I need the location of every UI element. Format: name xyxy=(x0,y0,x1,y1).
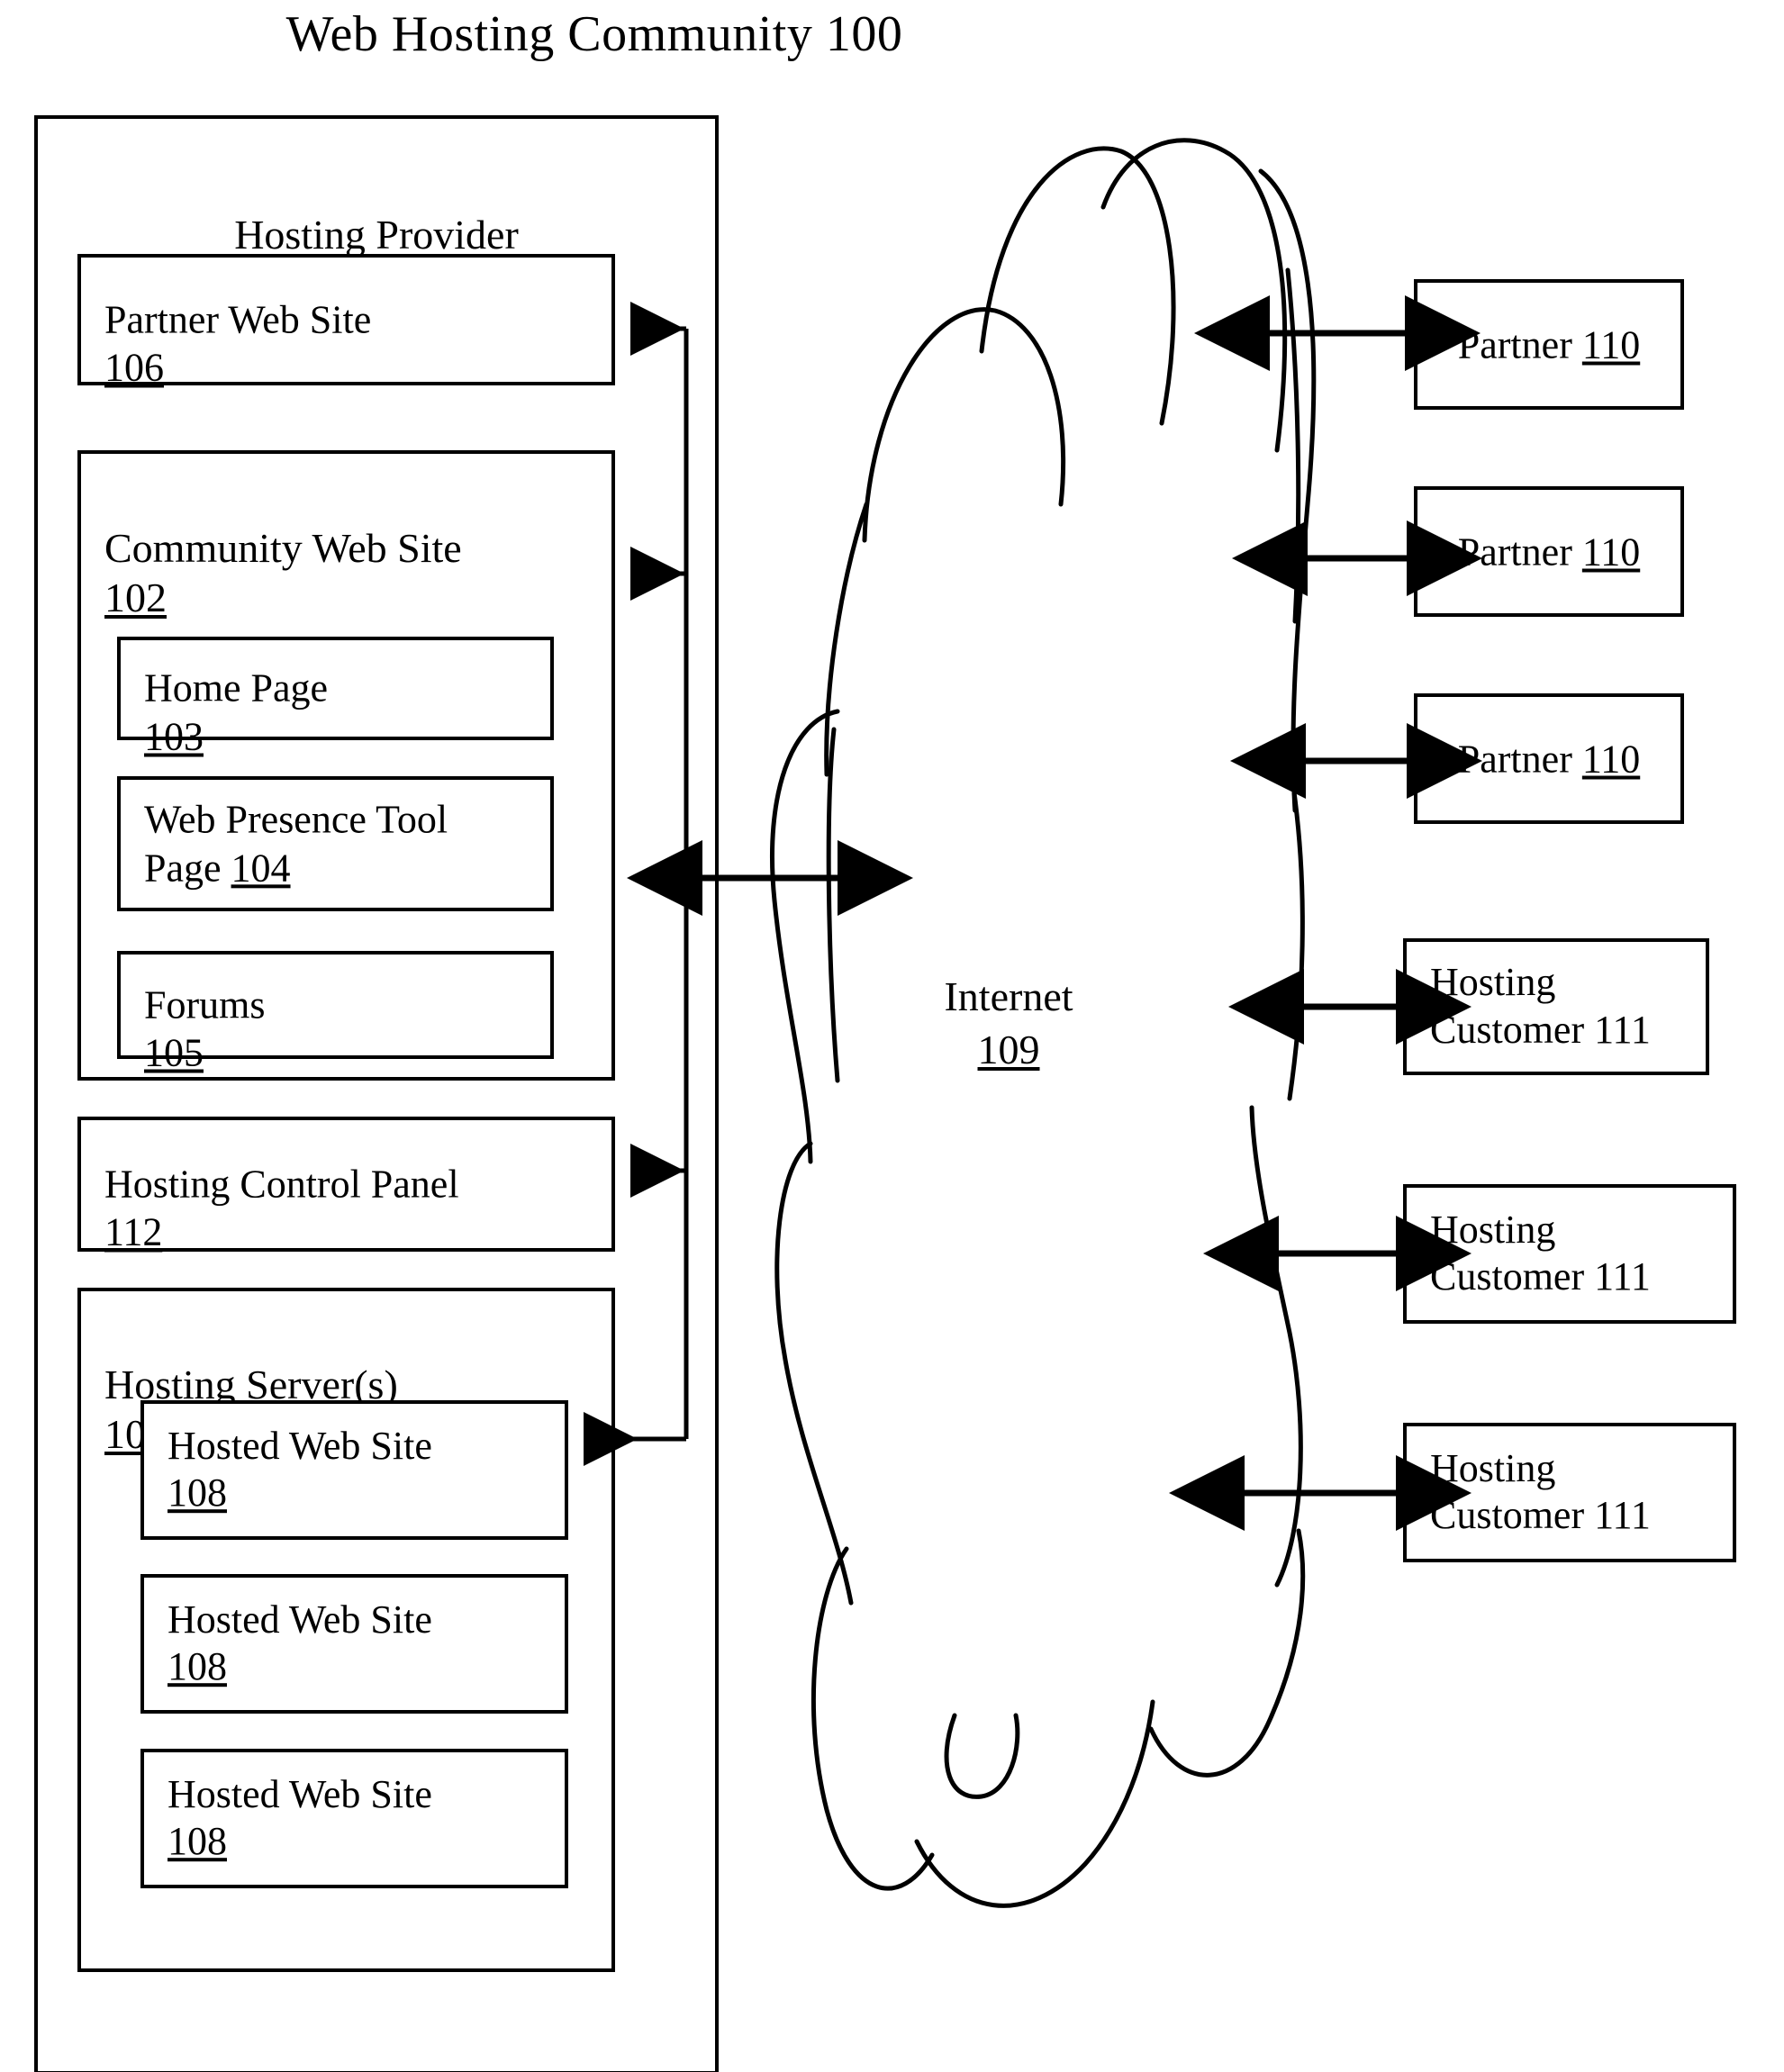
partner-node-label: Partner 110 xyxy=(1417,736,1680,782)
partner-web-site-ref: 106 xyxy=(104,345,164,390)
hosting-control-panel-label-text: Hosting Control Panel xyxy=(104,1162,459,1207)
partner-web-site-label: Partner Web Site 106 xyxy=(104,247,371,392)
web-presence-tool-page-label: Web Presence Tool Page 104 xyxy=(144,795,448,891)
hosting-control-panel-ref: 112 xyxy=(104,1209,163,1254)
hosting-control-panel-box: Hosting Control Panel 112 xyxy=(77,1117,615,1254)
hosted-web-site-label-text: Hosted Web Site xyxy=(168,1771,432,1816)
community-web-site-label: Community Web Site 102 xyxy=(104,475,462,622)
hosted-web-site-ref: 108 xyxy=(168,1819,227,1864)
figure-title-ref: 100 xyxy=(825,6,903,62)
partner-web-site-box: Partner Web Site 106 xyxy=(77,254,615,390)
partner-node-box: Partner 110 xyxy=(1414,486,1684,617)
hosting-customer-node-label: Hosting Customer 111 xyxy=(1430,1445,1651,1538)
partner-node-ref: 110 xyxy=(1581,529,1641,574)
hosted-web-site-label: Hosted Web Site 108 xyxy=(168,1597,432,1692)
hosted-web-site-box: Hosted Web Site 108 xyxy=(140,1574,568,1714)
hosted-web-site-label: Hosted Web Site 108 xyxy=(168,1423,432,1518)
partner-node-label: Partner 110 xyxy=(1417,321,1680,367)
figure-title-text: Web Hosting Community xyxy=(285,6,813,62)
partner-node-label-text: Partner xyxy=(1457,322,1582,366)
hosted-web-site-ref: 108 xyxy=(168,1470,227,1516)
community-web-site-label-text: Community Web Site xyxy=(104,525,462,572)
partner-node-ref: 110 xyxy=(1581,322,1641,366)
forums-label-text: Forums xyxy=(144,982,266,1027)
web-presence-tool-page-box: Web Presence Tool Page 104 xyxy=(117,776,554,911)
forums-label: Forums 105 xyxy=(144,932,265,1077)
partner-node-label-text: Partner xyxy=(1457,737,1582,781)
home-page-label: Home Page 103 xyxy=(144,616,328,761)
hosted-web-site-label-text: Hosted Web Site xyxy=(168,1597,432,1642)
home-page-box: Home Page 103 xyxy=(117,637,554,758)
hosting-customer-node-label: Hosting Customer 111 xyxy=(1430,1207,1651,1299)
patent-figure-canvas: Web Hosting Community 100 Hosting Provid… xyxy=(0,0,1784,2072)
partner-node-label-text: Partner xyxy=(1457,529,1582,574)
forums-box: Forums 105 xyxy=(117,951,554,1075)
partner-node-box: Partner 110 xyxy=(1414,693,1684,824)
hosting-control-panel-label: Hosting Control Panel 112 xyxy=(104,1111,459,1256)
web-presence-tool-page-ref: 104 xyxy=(231,846,291,890)
hosting-customer-node-box: Hosting Customer 111 xyxy=(1403,1184,1736,1324)
home-page-label-text: Home Page xyxy=(144,665,329,710)
hosting-customer-node-label: Hosting Customer 111 xyxy=(1430,960,1651,1052)
forums-ref: 105 xyxy=(144,1030,204,1075)
hosted-web-site-label: Hosted Web Site 108 xyxy=(168,1771,432,1867)
partner-node-ref: 110 xyxy=(1581,737,1641,781)
hosted-web-site-label-text: Hosted Web Site xyxy=(168,1423,432,1468)
community-web-site-ref: 102 xyxy=(104,574,167,620)
web-presence-tool-page-label-text: Web Presence Tool Page xyxy=(144,797,448,890)
hosting-customer-node-box: Hosting Customer 111 xyxy=(1403,1423,1736,1562)
hosting-customer-node-box: Hosting Customer 111 xyxy=(1403,938,1709,1075)
internet-ref: 109 xyxy=(977,1026,1040,1072)
partner-node-box: Partner 110 xyxy=(1414,279,1684,410)
page-title: Web Hosting Community 100 xyxy=(0,5,1189,63)
hosted-web-site-ref: 108 xyxy=(168,1644,227,1689)
hosted-web-site-box: Hosted Web Site 108 xyxy=(140,1400,568,1540)
internet-cloud-label: Internet 109 xyxy=(910,971,1108,1077)
internet-label-text: Internet xyxy=(944,973,1073,1019)
partner-node-label: Partner 110 xyxy=(1417,529,1680,575)
hosted-web-site-box: Hosted Web Site 108 xyxy=(140,1749,568,1888)
home-page-ref: 103 xyxy=(144,714,204,759)
partner-web-site-label-text: Partner Web Site xyxy=(104,297,372,342)
